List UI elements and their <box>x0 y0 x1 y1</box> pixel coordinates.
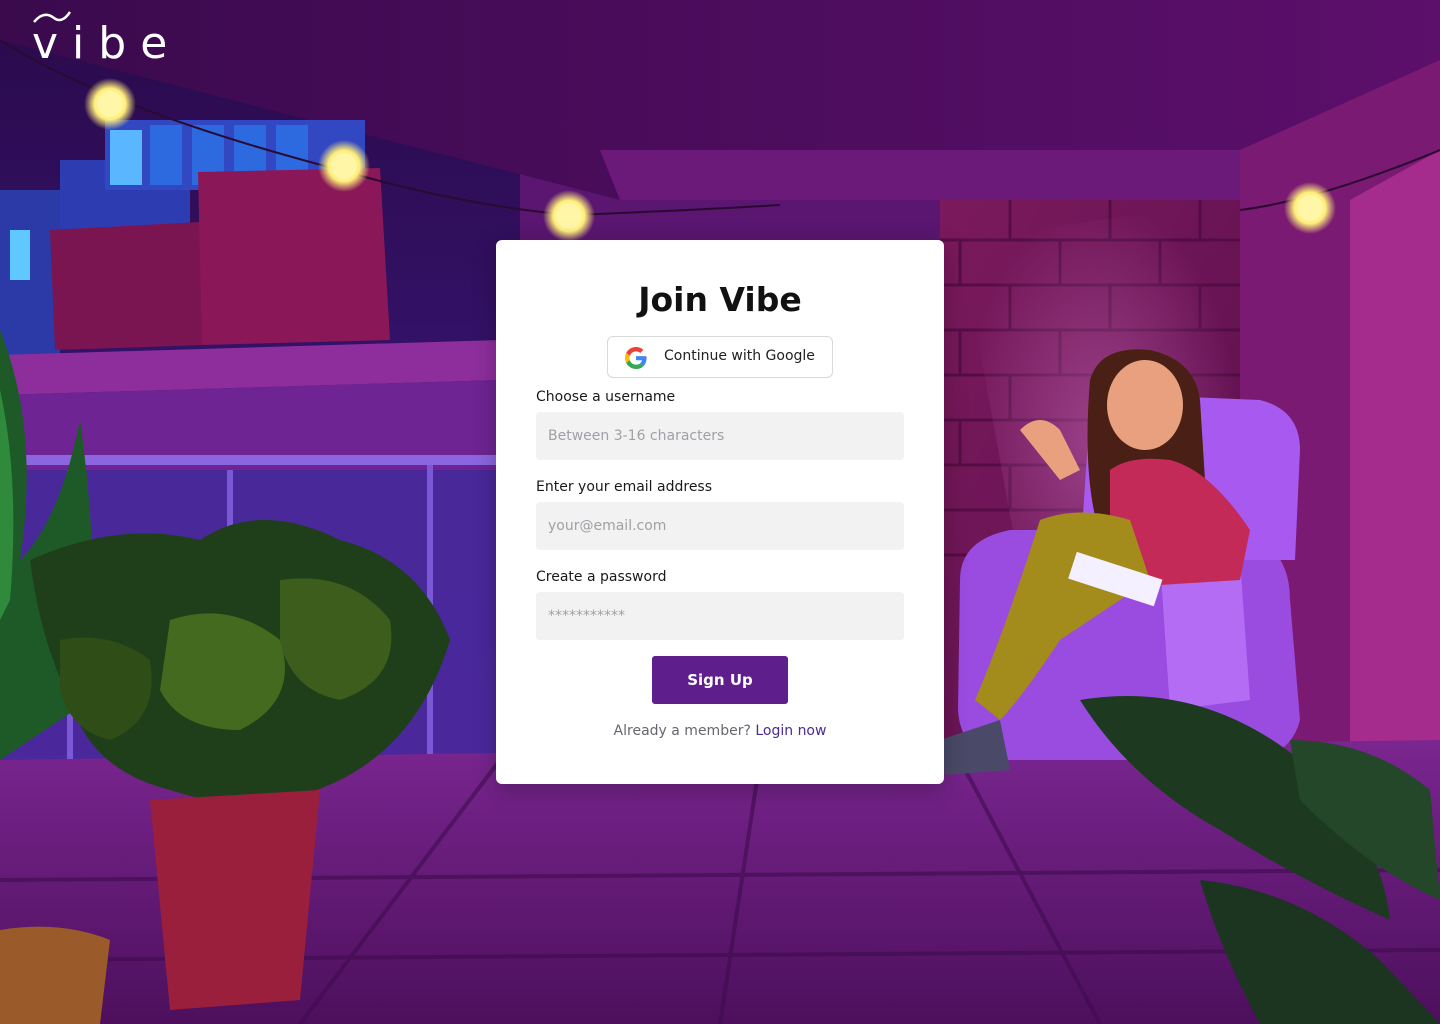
email-label: Enter your email address <box>536 479 713 495</box>
google-icon <box>625 347 647 369</box>
vibe-logo[interactable]: vibe <box>32 11 181 69</box>
logo-swoosh-icon <box>33 11 72 23</box>
email-input[interactable] <box>536 502 904 550</box>
sign-up-button[interactable]: Sign Up <box>652 656 788 704</box>
login-prompt-row: Already a member? Login now <box>496 723 944 739</box>
page-title: Join Vibe <box>638 280 802 319</box>
login-now-link[interactable]: Login now <box>755 723 826 739</box>
password-input[interactable] <box>536 592 904 640</box>
username-label: Choose a username <box>536 389 676 405</box>
login-prompt-text: Already a member? <box>613 723 751 739</box>
signup-card: Join Vibe Continue with Google Choose a … <box>496 240 944 784</box>
username-input[interactable] <box>536 412 904 460</box>
password-label: Create a password <box>536 569 667 585</box>
google-button-label: Continue with Google <box>664 348 815 364</box>
google-signin-button[interactable]: Continue with Google <box>607 336 833 378</box>
